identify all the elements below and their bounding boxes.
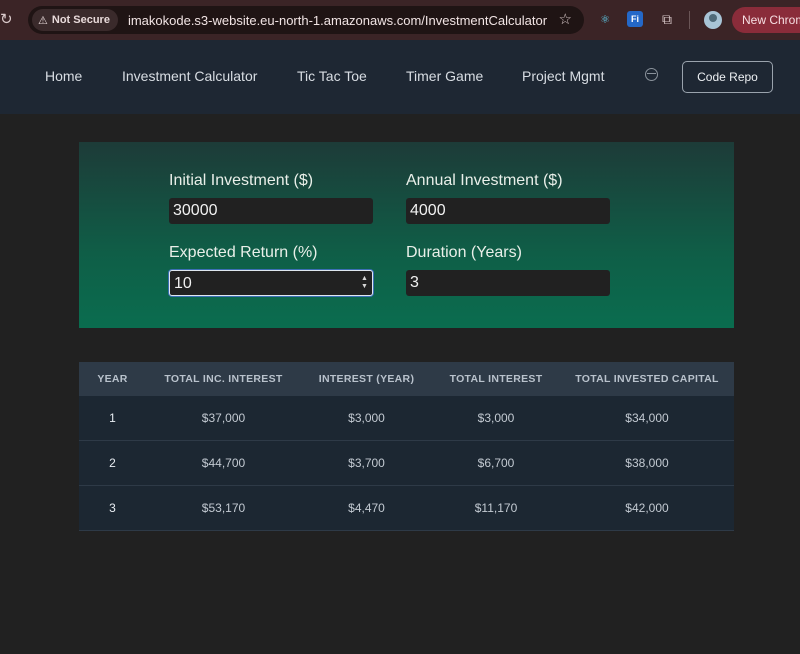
puzzle-icon[interactable]: ⧉ xyxy=(659,11,675,27)
globe-icon[interactable] xyxy=(645,68,658,81)
cell-interest-year: $4,470 xyxy=(348,501,385,515)
address-bar[interactable]: ⚠ Not Secure imakokode.s3-website.eu-nor… xyxy=(28,6,584,34)
cell-interest-year: $3,700 xyxy=(348,456,385,470)
results-table: YEAR TOTAL INC. INTEREST INTEREST (YEAR)… xyxy=(79,362,734,531)
cell-total-invested-capital: $42,000 xyxy=(625,501,669,515)
browser-toolbar: ↻ ⚠ Not Secure imakokode.s3-website.eu-n… xyxy=(0,0,800,40)
header-total-invested-capital: TOTAL INVESTED CAPITAL xyxy=(575,373,719,385)
warning-icon: ⚠ xyxy=(38,14,48,27)
duration-field: Duration (Years) 3 xyxy=(406,244,610,296)
table-row: 2 $44,700 $3,700 $6,700 $38,000 xyxy=(79,441,734,486)
cell-total-inc-interest: $37,000 xyxy=(201,411,246,425)
annual-investment-label: Annual Investment ($) xyxy=(406,172,563,189)
cell-year: 3 xyxy=(109,501,116,515)
initial-investment-label: Initial Investment ($) xyxy=(169,172,314,189)
initial-investment-input[interactable]: 30000 xyxy=(169,198,373,224)
duration-label: Duration (Years) xyxy=(406,244,522,261)
expected-return-input[interactable]: 10 ▲ ▼ xyxy=(169,270,373,296)
cell-year: 2 xyxy=(109,456,116,470)
security-label: Not Secure xyxy=(51,14,110,26)
fi-extension-icon[interactable]: Fi xyxy=(627,11,643,27)
toolbar-divider xyxy=(689,11,690,29)
expected-return-label: Expected Return (%) xyxy=(169,244,318,261)
number-stepper[interactable]: ▲ ▼ xyxy=(360,275,369,291)
cell-total-invested-capital: $38,000 xyxy=(625,456,669,470)
expected-return-field: Expected Return (%) 10 ▲ ▼ xyxy=(169,244,373,296)
cell-total-interest: $6,700 xyxy=(477,456,515,470)
table-header: YEAR TOTAL INC. INTEREST INTEREST (YEAR)… xyxy=(79,362,734,396)
nav-tic-tac-toe[interactable]: Tic Tac Toe xyxy=(297,68,367,84)
new-chrome-button[interactable]: New Chrom xyxy=(732,7,800,33)
url-text[interactable]: imakokode.s3-website.eu-north-1.amazonaw… xyxy=(128,13,547,28)
cell-year: 1 xyxy=(109,411,116,425)
code-repo-button[interactable]: Code Repo xyxy=(682,61,773,93)
header-total-inc-interest: TOTAL INC. INTEREST xyxy=(164,373,283,385)
cell-total-interest: $3,000 xyxy=(477,411,515,425)
nav-timer-game[interactable]: Timer Game xyxy=(406,68,483,84)
initial-investment-field: Initial Investment ($) 30000 xyxy=(169,172,373,224)
table-row: 1 $37,000 $3,000 $3,000 $34,000 xyxy=(79,396,734,441)
header-year: YEAR xyxy=(97,373,128,385)
cell-total-invested-capital: $34,000 xyxy=(625,411,669,425)
annual-investment-field: Annual Investment ($) 4000 xyxy=(406,172,610,224)
annual-investment-input[interactable]: 4000 xyxy=(406,198,610,224)
expected-return-value: 10 xyxy=(174,275,192,292)
cell-total-interest: $11,170 xyxy=(474,501,518,515)
stepper-down-icon[interactable]: ▼ xyxy=(360,283,369,291)
reload-icon[interactable]: ↻ xyxy=(0,10,13,30)
table-row: 3 $53,170 $4,470 $11,170 $42,000 xyxy=(79,486,734,531)
site-navbar: Home Investment Calculator Tic Tac Toe T… xyxy=(0,40,800,114)
profile-avatar[interactable] xyxy=(704,11,722,29)
header-interest-year: INTEREST (YEAR) xyxy=(318,373,415,385)
bookmark-star-icon[interactable]: ☆ xyxy=(559,10,572,28)
cell-interest-year: $3,000 xyxy=(348,411,385,425)
stepper-up-icon[interactable]: ▲ xyxy=(360,275,369,283)
security-chip[interactable]: ⚠ Not Secure xyxy=(32,9,118,31)
cell-total-inc-interest: $53,170 xyxy=(201,501,246,515)
nav-investment-calculator[interactable]: Investment Calculator xyxy=(122,68,257,84)
nav-home[interactable]: Home xyxy=(45,68,82,84)
user-input-panel: Initial Investment ($) 30000 Annual Inve… xyxy=(79,142,734,328)
cell-total-inc-interest: $44,700 xyxy=(201,456,246,470)
header-total-interest: TOTAL INTEREST xyxy=(449,373,543,385)
react-devtools-icon[interactable]: ⚛ xyxy=(597,11,613,27)
nav-project-mgmt[interactable]: Project Mgmt xyxy=(522,68,604,84)
duration-input[interactable]: 3 xyxy=(406,270,610,296)
